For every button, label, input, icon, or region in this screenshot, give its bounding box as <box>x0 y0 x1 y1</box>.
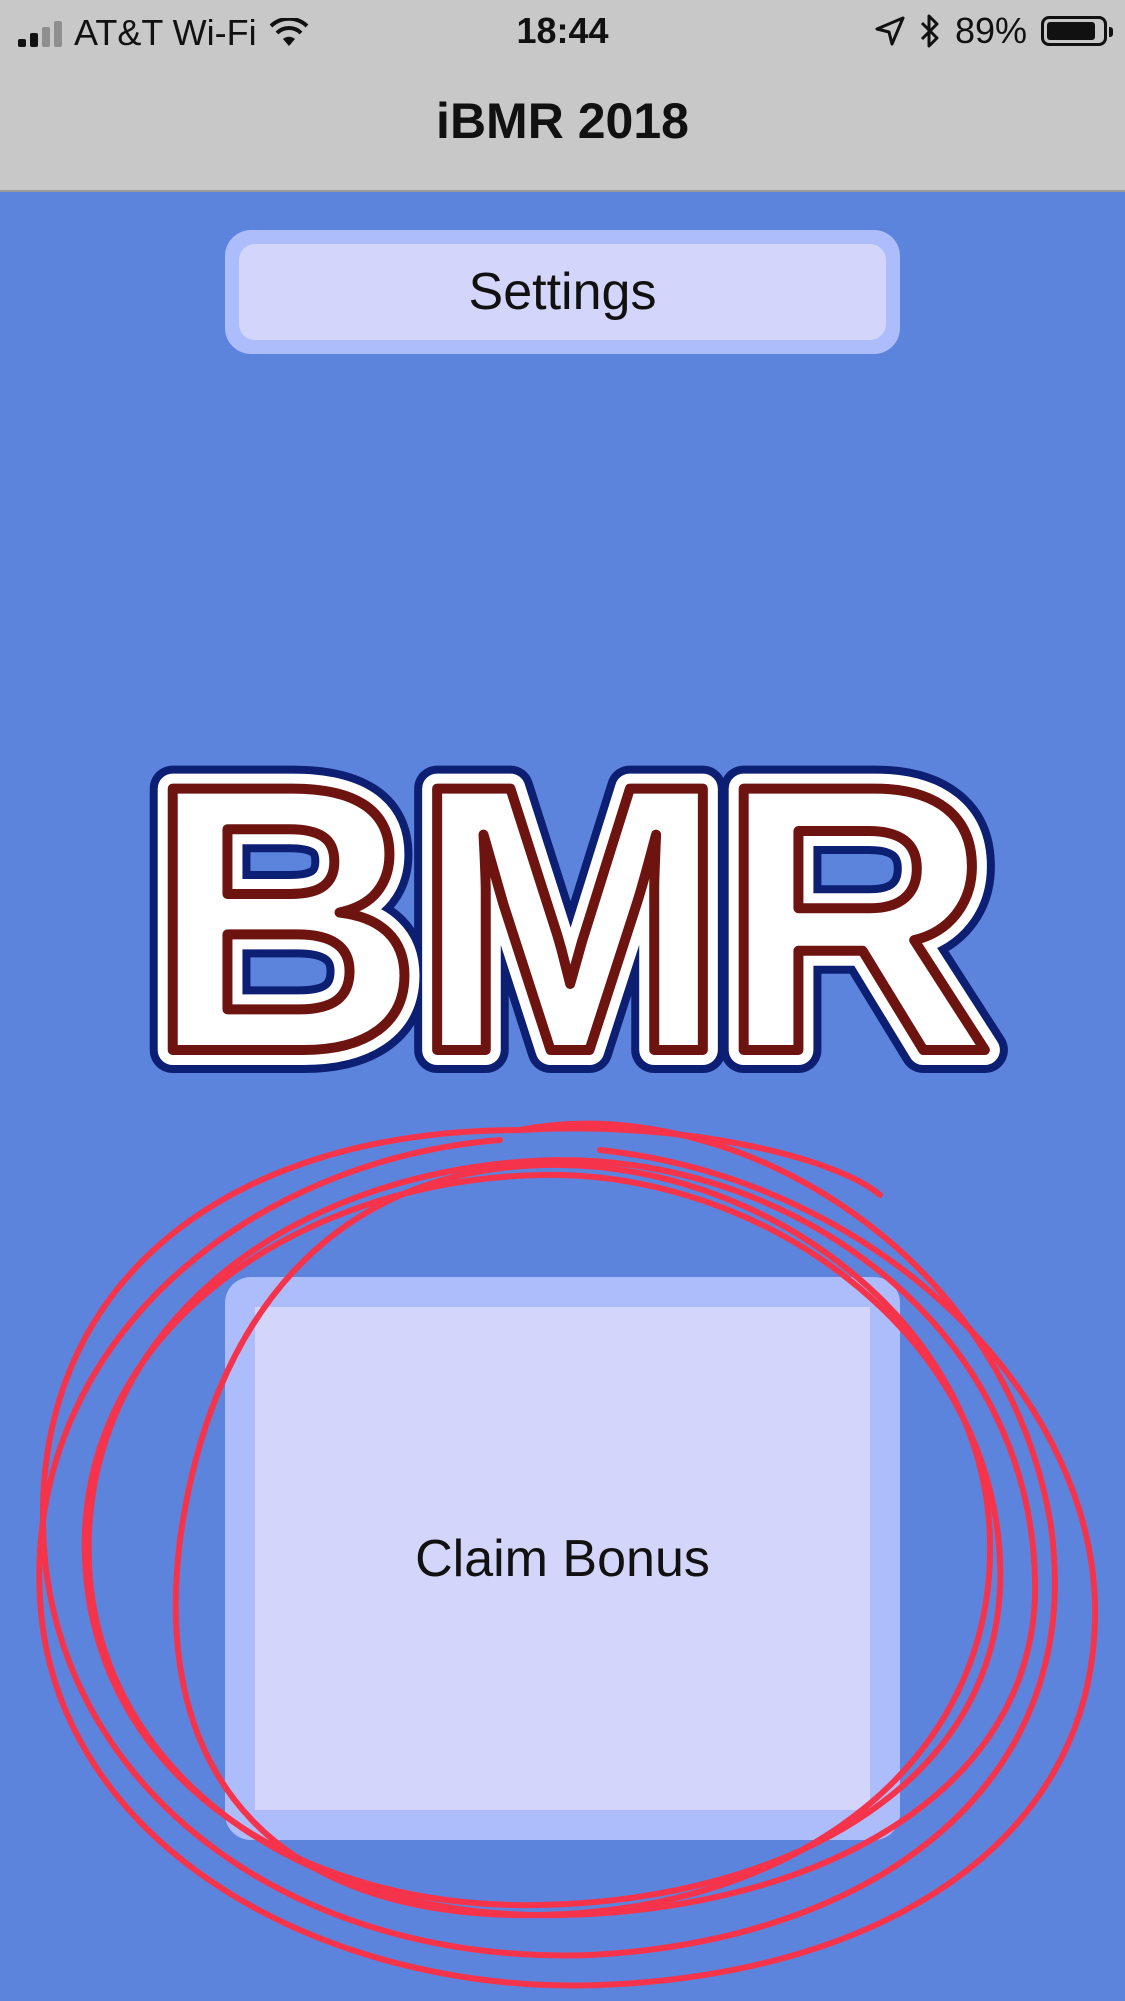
page-title: iBMR 2018 <box>436 93 689 149</box>
battery-icon <box>1041 16 1113 46</box>
bluetooth-icon <box>920 14 939 48</box>
bmr-logo-text-front: BMR <box>147 706 985 1110</box>
battery-percent: 89% <box>954 10 1027 51</box>
settings-button-label: Settings <box>239 244 886 340</box>
navigation-bar: iBMR 2018 <box>0 62 1125 192</box>
battery-fill <box>1047 22 1096 40</box>
bmr-logo: BMR BMR BMR <box>124 690 1018 1110</box>
location-arrow-icon <box>875 16 905 46</box>
settings-button[interactable]: Settings <box>225 230 900 354</box>
claim-bonus-label: Claim Bonus <box>255 1307 870 1810</box>
status-bar: AT&T Wi-Fi 18:44 89% <box>0 0 1125 62</box>
status-right: 89% <box>875 10 1113 52</box>
claim-bonus-button[interactable]: Claim Bonus <box>225 1277 900 1840</box>
